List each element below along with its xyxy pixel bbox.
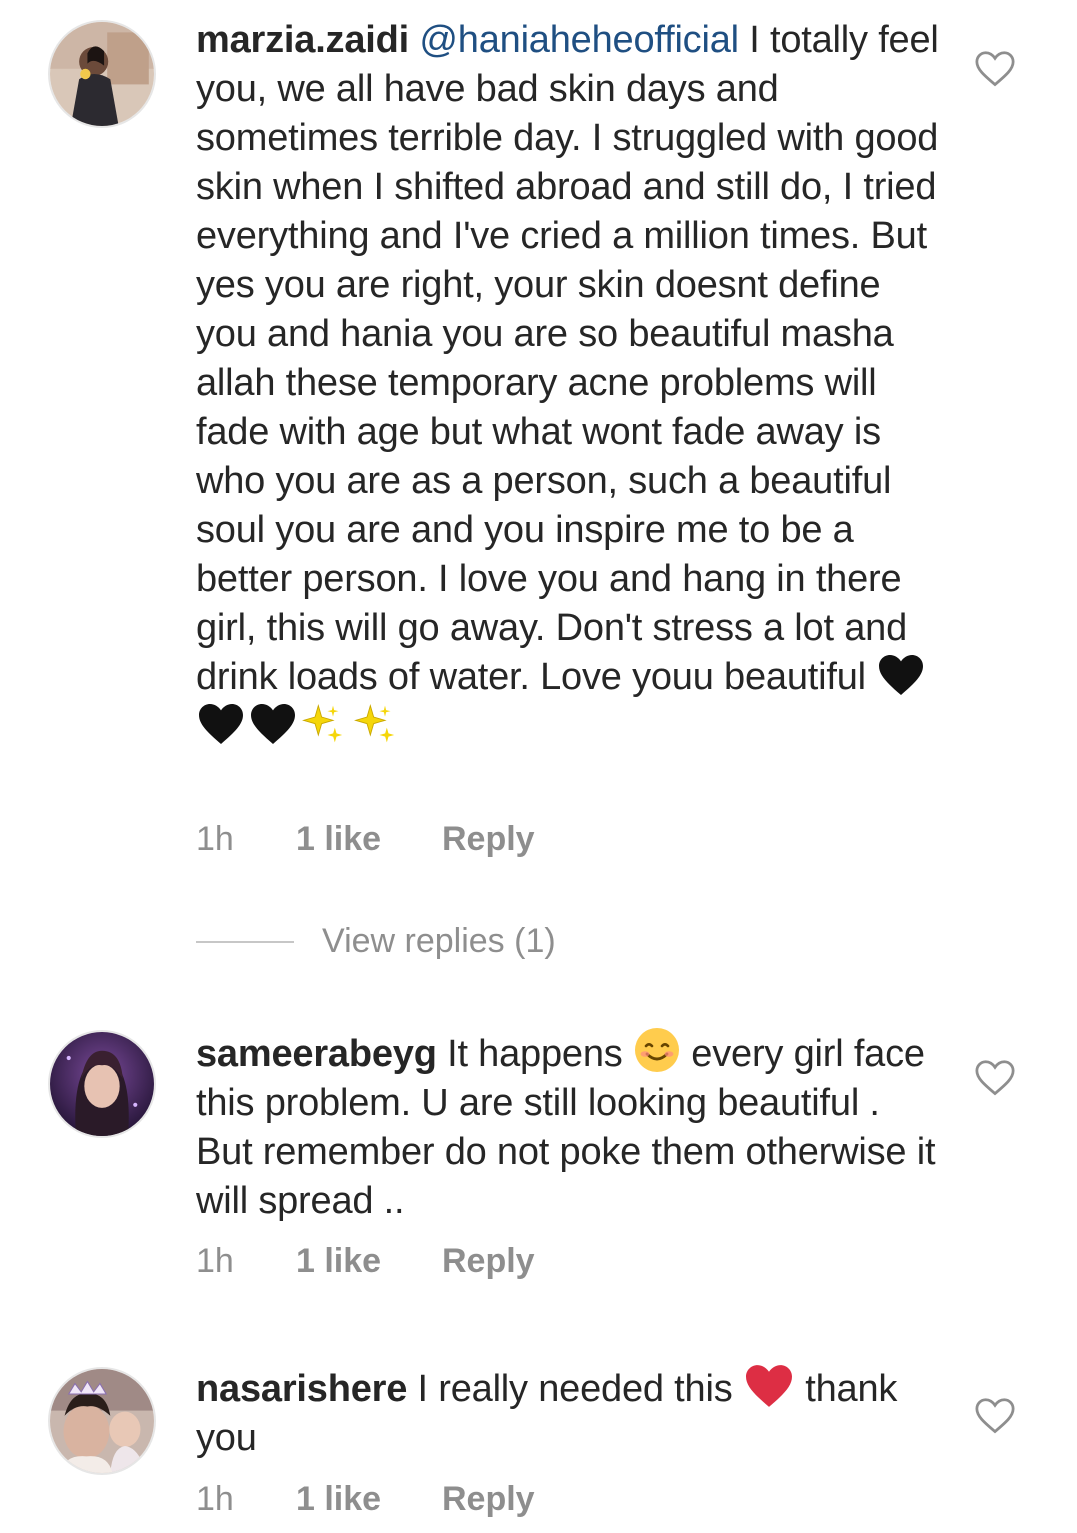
comment-meta: 1h 1 like Reply xyxy=(196,1242,535,1281)
heart-like-icon[interactable] xyxy=(974,1397,1016,1435)
comment-content: I really needed this xyxy=(407,1368,743,1410)
view-replies-label: View replies (1) xyxy=(322,922,556,960)
comment-username[interactable]: sameerabeyg xyxy=(196,1033,437,1075)
sparkles-icon xyxy=(354,704,395,743)
black-heart-icon xyxy=(879,655,924,695)
avatar-photo-icon xyxy=(50,1032,154,1136)
smiling-face-icon xyxy=(634,1028,679,1072)
comment-text: nasarishere I really needed this thank y… xyxy=(196,1363,946,1463)
black-heart-icon xyxy=(251,704,295,744)
divider-line xyxy=(196,940,294,943)
comment-likes[interactable]: 1 like xyxy=(296,1242,442,1281)
comment-content: I totally feel you, we all have bad skin… xyxy=(196,19,939,698)
comment-mention[interactable]: @haniaheheofficial xyxy=(419,19,739,61)
comment-text: marzia.zaidi @haniaheheofficial I totall… xyxy=(196,16,946,751)
comment-time: 1h xyxy=(196,820,234,858)
avatar[interactable] xyxy=(48,20,156,128)
reply-button[interactable]: Reply xyxy=(442,1242,535,1281)
view-replies-button[interactable]: View replies (1) xyxy=(196,922,556,961)
heart-like-icon[interactable] xyxy=(974,1059,1016,1097)
heart-like-icon[interactable] xyxy=(974,50,1016,88)
comment-time: 1h xyxy=(196,1480,234,1518)
comment-likes[interactable]: 1 like xyxy=(296,1480,442,1519)
red-heart-icon xyxy=(745,1365,792,1407)
avatar-photo-icon xyxy=(50,1369,154,1473)
comment-meta: 1h 1 like Reply xyxy=(196,820,535,859)
avatar-photo-icon xyxy=(50,22,154,126)
comment-likes[interactable]: 1 like xyxy=(296,820,442,859)
avatar[interactable] xyxy=(48,1030,156,1138)
comment-username[interactable]: nasarishere xyxy=(196,1368,407,1410)
reply-button[interactable]: Reply xyxy=(442,1480,535,1519)
comment-username[interactable]: marzia.zaidi xyxy=(196,19,409,61)
reply-button[interactable]: Reply xyxy=(442,820,535,859)
black-heart-icon xyxy=(199,704,243,744)
sparkles-icon xyxy=(302,704,343,743)
comment-content: It happens xyxy=(436,1033,633,1075)
comment-text: sameerabeyg It happens every girl face t… xyxy=(196,1026,946,1226)
avatar[interactable] xyxy=(48,1367,156,1475)
comment-time: 1h xyxy=(196,1242,234,1280)
comment-meta: 1h 1 like Reply xyxy=(196,1480,535,1519)
